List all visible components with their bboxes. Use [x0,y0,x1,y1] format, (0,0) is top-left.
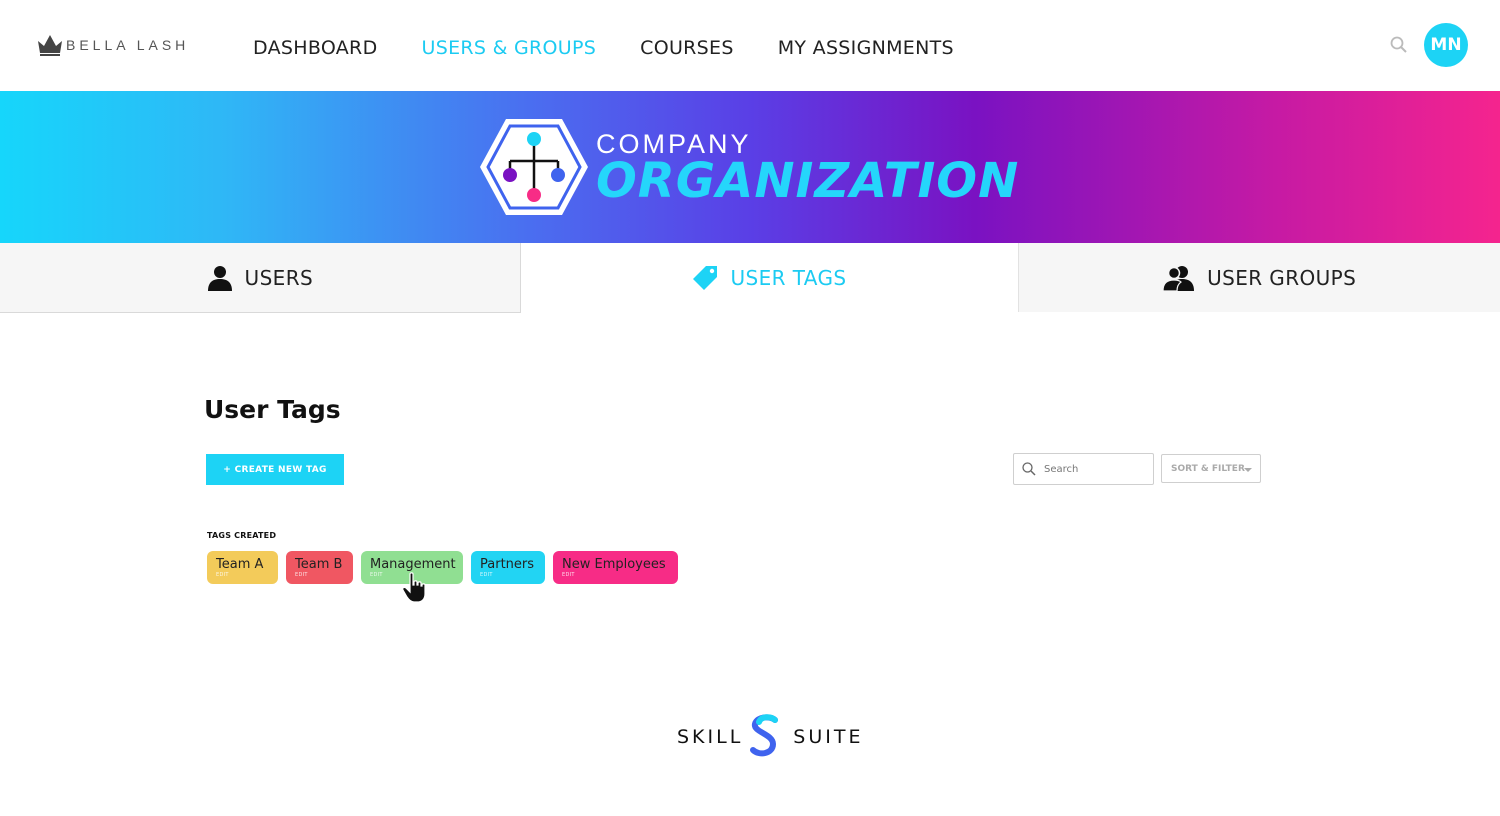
tag-name: Team A [216,557,264,572]
chevron-down-icon [1244,468,1252,472]
hand-cursor-icon [402,572,426,603]
tag-edit-link[interactable]: EDIT [562,572,575,578]
tag-new-employees[interactable]: New Employees EDIT [553,551,678,584]
avatar[interactable]: MN [1424,23,1468,67]
tag-partners[interactable]: Partners EDIT [471,551,545,584]
nav-courses[interactable]: COURSES [640,37,734,59]
hero-banner: COMPANY ORGANIZATION [0,91,1500,243]
create-new-tag-button[interactable]: + CREATE NEW TAG [206,454,344,485]
tab-user-tags[interactable]: USER TAGS [520,243,1019,312]
user-icon [207,265,232,291]
tab-user-tags-label: USER TAGS [730,265,847,290]
tag-team-b[interactable]: Team B EDIT [286,551,353,584]
section-tabs: USERS USER TAGS USER GROUPS [0,243,1500,313]
main-nav: DASHBOARD USERS & GROUPS COURSES MY ASSI… [253,37,998,59]
tag-name: New Employees [562,557,666,572]
search-icon[interactable] [1390,36,1408,54]
tag-team-a[interactable]: Team A EDIT [207,551,278,584]
org-chart-hexagon-icon [480,119,588,215]
crown-icon [38,35,62,56]
users-group-icon [1163,265,1195,291]
skill-suite-s-icon [750,714,779,757]
tab-user-groups[interactable]: USER GROUPS [1018,243,1500,312]
tag-edit-link[interactable]: EDIT [216,572,229,578]
sort-filter-dropdown[interactable]: SORT & FILTER [1161,454,1261,483]
tag-edit-link[interactable]: EDIT [480,572,493,578]
banner-title: ORGANIZATION [596,153,1020,209]
tags-created-label: TAGS CREATED [207,531,277,540]
nav-users-groups[interactable]: USERS & GROUPS [422,37,597,59]
tag-name: Partners [480,557,535,572]
nav-my-assignments[interactable]: MY ASSIGNMENTS [778,37,954,59]
brand-logo[interactable]: BELLA LASH [36,33,189,57]
nav-dashboard[interactable]: DASHBOARD [253,37,378,59]
sort-filter-label: SORT & FILTER [1171,463,1245,474]
footer-logo-left: SKILL [677,726,744,748]
tab-users[interactable]: USERS [0,243,521,313]
search-input[interactable] [1042,462,1146,476]
tag-edit-link[interactable]: EDIT [295,572,308,578]
tab-users-label: USERS [244,265,314,290]
tag-icon [693,265,718,290]
footer-logo-right: SUITE [793,726,864,748]
skill-suite-logo: SKILL SUITE [677,714,863,760]
tag-name: Team B [295,557,343,572]
search-icon [1022,462,1036,476]
page-title: User Tags [204,395,341,424]
tag-list: Team A EDIT Team B EDIT Management EDIT … [207,551,686,584]
tag-edit-link[interactable]: EDIT [370,572,383,578]
tab-user-groups-label: USER GROUPS [1207,265,1357,290]
tag-name: Management [370,557,456,572]
top-header: BELLA LASH DASHBOARD USERS & GROUPS COUR… [0,0,1500,91]
brand-name: BELLA LASH [66,37,190,53]
search-field[interactable] [1013,453,1154,485]
